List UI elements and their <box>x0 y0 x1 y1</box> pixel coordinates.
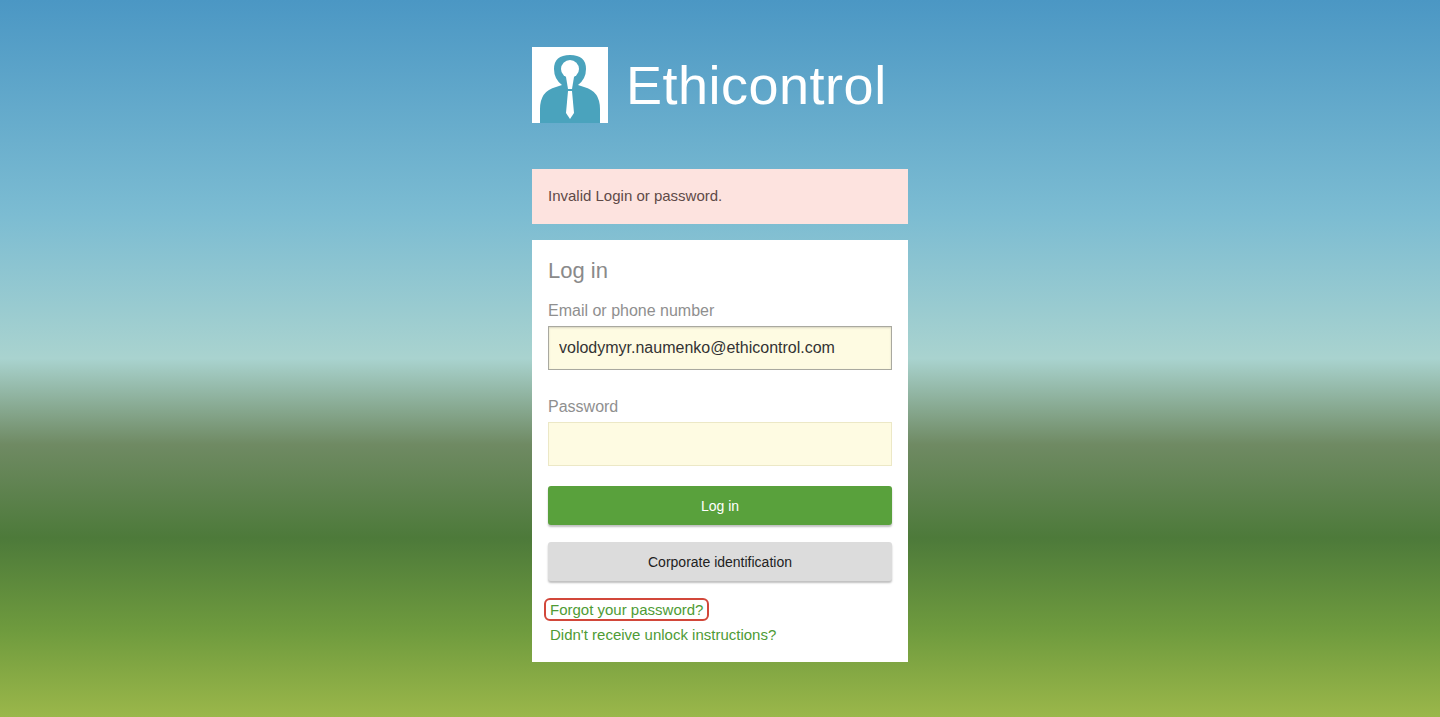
unlock-instructions-link[interactable]: Didn't receive unlock instructions? <box>544 623 782 646</box>
login-card: Log in Email or phone number Password Log i… <box>532 240 908 662</box>
link-list: Forgot your password?Didn't receive unlo… <box>548 598 892 646</box>
logo-text: Ethicontrol <box>626 58 887 112</box>
form-title: Log in <box>548 258 892 284</box>
field-label: Password <box>548 398 892 416</box>
forgot-password-link[interactable]: Forgot your password? <box>544 598 709 621</box>
password-input[interactable] <box>548 422 892 466</box>
field-label: Email or phone number <box>548 302 892 320</box>
error-alert: Invalid Login or password. <box>532 169 908 224</box>
logo-icon <box>532 47 608 123</box>
corporate-id-button[interactable]: Corporate identification <box>548 542 892 581</box>
email-input[interactable] <box>548 326 892 370</box>
logo: Ethicontrol <box>532 47 908 123</box>
login-button[interactable]: Log in <box>548 486 892 525</box>
